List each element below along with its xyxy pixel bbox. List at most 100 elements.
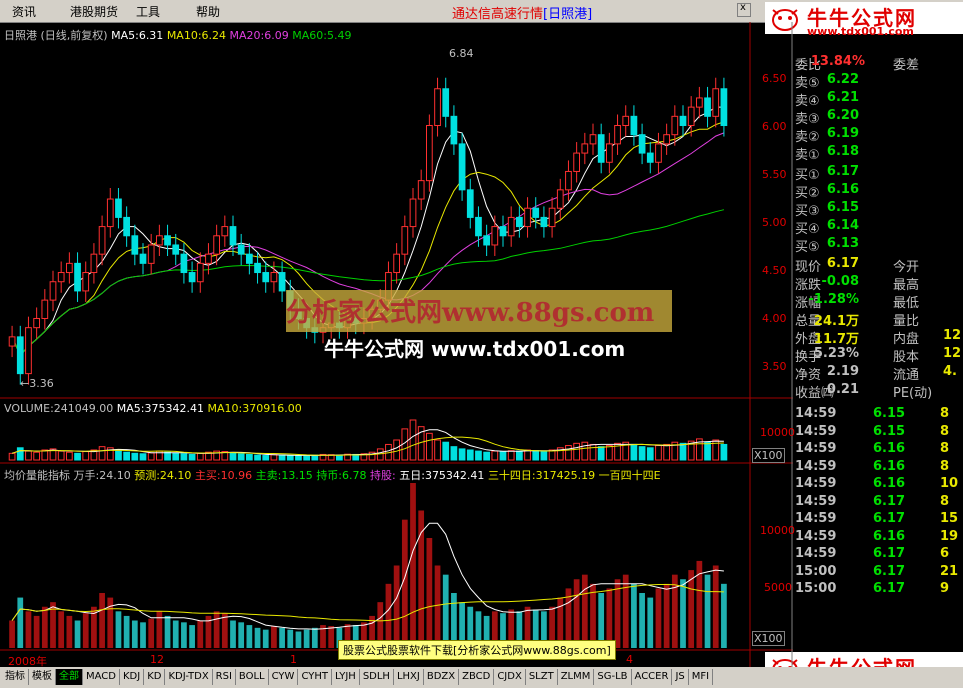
buy-row: 买⑤ 6.13 [793, 236, 963, 255]
volume-bar [82, 451, 90, 461]
stat-row: 净资 2.19 流通 4. [793, 364, 963, 383]
sell-label: 卖① [795, 148, 820, 163]
menu-tools[interactable]: 工具 [136, 3, 160, 20]
tick-time: 15:00 [795, 563, 837, 579]
tab-kd[interactable]: KD [144, 669, 166, 685]
tab-macd[interactable]: MACD [83, 669, 120, 685]
indicator-bar [156, 611, 163, 648]
indicator-tick-10000: 10000 [760, 524, 795, 537]
tab-mfi[interactable]: MFI [689, 669, 714, 685]
tab-kdj-tdx[interactable]: KDJ-TDX [165, 669, 213, 685]
logo-top: 牛牛公式网 www.tdx001.com [765, 2, 963, 38]
tick-volume: 8 [940, 493, 950, 509]
volume-bar [188, 453, 196, 461]
tab-boll[interactable]: BOLL [236, 669, 269, 685]
tab-zbcd[interactable]: ZBCD [459, 669, 495, 685]
stat-value: 12 [943, 328, 962, 343]
weibi-row: 委比 13.84% 委差 [793, 54, 963, 73]
tick-volume: 8 [940, 406, 950, 421]
candle [49, 281, 57, 301]
tick-row: 14:59 6.15 8 [793, 406, 963, 424]
candle [196, 262, 204, 283]
candle [401, 226, 409, 255]
indicator-bar [311, 627, 318, 648]
tick-row: 15:00 6.17 21 [793, 564, 963, 582]
stat-label: 净资 [795, 368, 822, 383]
tab-bdzx[interactable]: BDZX [424, 669, 460, 685]
tab-zlmm[interactable]: ZLMM [558, 669, 595, 685]
menu-help[interactable]: 帮助 [196, 3, 220, 20]
candle [556, 189, 564, 209]
candle [237, 244, 245, 255]
tab-指标[interactable]: 指标 [2, 669, 29, 685]
tab-slzt[interactable]: SLZT [526, 669, 558, 685]
footer-ad[interactable]: 股票公式股票软件下载[分析家公式网www.88gs.com] [338, 640, 616, 660]
buy-price: 6.16 [826, 182, 859, 197]
tab-模板[interactable]: 模板 [29, 669, 56, 685]
menu-info[interactable]: 资讯 [12, 3, 36, 20]
tab-lyjh[interactable]: LYJH [332, 669, 360, 685]
volume-bar [475, 450, 482, 461]
sell-label: 卖③ [795, 112, 820, 127]
tick-price: 6.17 [873, 546, 906, 561]
tab-cyht[interactable]: CYHT [298, 669, 332, 685]
menu-hk-futures[interactable]: 港股期货 [70, 3, 118, 20]
tab-kdj[interactable]: KDJ [120, 669, 145, 685]
sell-price: 6.19 [826, 126, 859, 141]
candle [8, 336, 16, 347]
volume-bar [426, 432, 433, 461]
watermark-88gs: 分析家公式网www.88gs.com [286, 298, 655, 328]
volume-unit: X100 [752, 448, 785, 463]
tick-price: 6.16 [873, 458, 906, 474]
tick-time: 14:59 [795, 493, 837, 509]
tick-price: 6.17 [873, 493, 906, 509]
indicator-bar [279, 627, 285, 648]
volume-bar [270, 454, 278, 461]
indicator-bar [140, 622, 146, 648]
tab-cjdx[interactable]: CJDX [494, 669, 526, 685]
window-close-button[interactable]: x [737, 2, 751, 17]
candle [278, 272, 286, 292]
indicator-bar [9, 620, 15, 648]
indicator-bar [655, 588, 662, 648]
volume-bar [499, 451, 507, 461]
tick-volume: 6 [940, 546, 950, 561]
volume-bar [98, 446, 106, 461]
tick-time: 14:59 [795, 476, 837, 491]
candle [458, 143, 466, 191]
candle [180, 253, 188, 274]
tab-lhxj[interactable]: LHXJ [394, 669, 424, 685]
tick-price: 6.15 [873, 406, 906, 421]
tick-time: 15:00 [795, 581, 837, 596]
volume-bar [524, 449, 531, 461]
tab-sdlh[interactable]: SDLH [360, 669, 394, 685]
tab-cyw[interactable]: CYW [269, 669, 299, 685]
candle [507, 216, 515, 237]
stat-label: 量比 [893, 314, 920, 329]
candle [646, 152, 654, 163]
indicator-bar [295, 631, 302, 648]
quote-panel: 委比 13.84% 委差 卖⑤ 6.22 卖④ 6.21 卖③ 6.20 卖② 6.19 卖① 6.18… [793, 52, 963, 652]
tab-rsi[interactable]: RSI [213, 669, 236, 685]
tab-js[interactable]: JS [672, 669, 689, 685]
volume-bar [278, 454, 286, 461]
indicator-bar [622, 574, 629, 648]
candle [156, 235, 163, 246]
indicator-bar [631, 583, 637, 648]
indicator-bar [238, 622, 245, 648]
candle [720, 88, 728, 127]
volume-bar [237, 453, 245, 461]
candle [655, 143, 662, 163]
tick-time: 14:59 [795, 546, 837, 561]
tab-sg-lb[interactable]: SG-LB [594, 669, 632, 685]
stat-row: 涨跌 -0.08 最高 [793, 274, 963, 293]
candle [663, 134, 670, 145]
indicator-bar [393, 565, 400, 648]
tab-全部[interactable]: 全部 [56, 669, 83, 685]
volume-bar [196, 452, 204, 461]
stat-label: 最低 [893, 296, 920, 311]
candle [188, 272, 196, 283]
sell-label: 卖⑤ [795, 76, 820, 91]
stat-label: 股本 [893, 350, 920, 365]
tab-accer[interactable]: ACCER [632, 669, 673, 685]
